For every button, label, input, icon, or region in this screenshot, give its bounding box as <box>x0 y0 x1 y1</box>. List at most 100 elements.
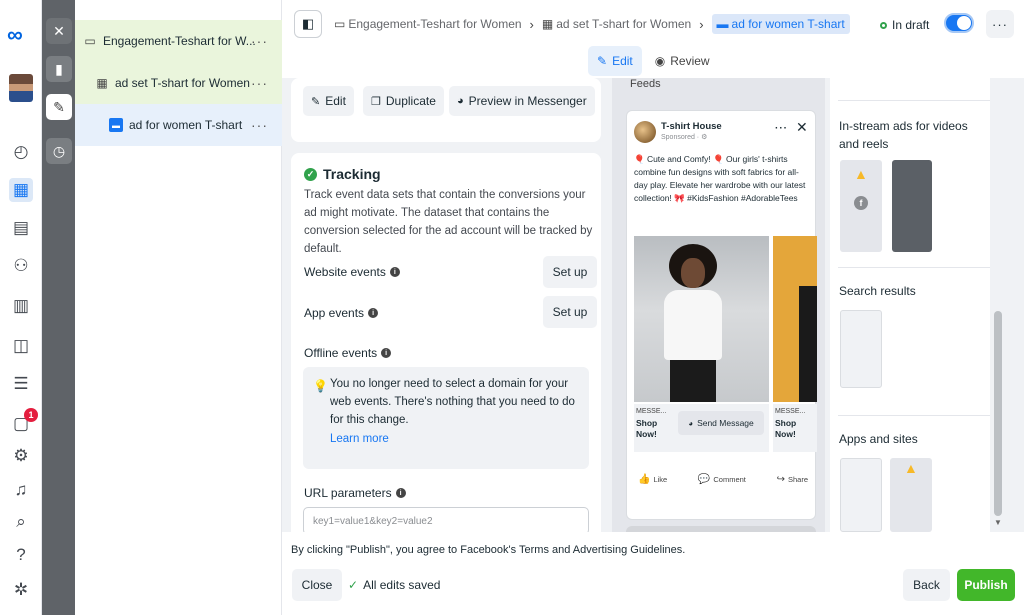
campaigns-grid-icon[interactable]: ▦ <box>9 178 33 202</box>
apps-thumb-1[interactable] <box>840 458 882 532</box>
messenger-icon: ◕ <box>457 95 464 107</box>
toggle-panel-icon[interactable]: ◧ <box>294 10 322 38</box>
campaign-tree-panel: ▭ Engagement-Teshart for W... ··· ▦ ad s… <box>75 0 282 615</box>
lightbulb-icon: 💡 <box>313 379 328 393</box>
tree-campaign-label: Engagement-Teshart for W... <box>103 34 256 48</box>
learn-more-link[interactable]: Learn more <box>330 433 389 445</box>
ad-icon: ▬ <box>109 118 123 132</box>
meta-logo-icon[interactable]: ∞ <box>7 22 23 48</box>
editor-main: ✎ Edit ❐ Duplicate ◕ Preview in Messenge… <box>282 78 1024 536</box>
more-options-icon[interactable]: ··· <box>251 75 268 91</box>
media-library-icon[interactable]: ◫ <box>9 334 33 358</box>
send-message-label: Send Message <box>697 418 754 428</box>
terms-link[interactable]: Terms and Advertising Guidelines <box>519 544 682 556</box>
more-options-icon[interactable]: ··· <box>251 117 268 133</box>
tree-campaign-item[interactable]: ▭ Engagement-Teshart for W... ··· <box>75 20 282 62</box>
warning-icon: ▲ <box>854 166 868 182</box>
tracking-title-label: Tracking <box>323 166 381 182</box>
instream-thumb-2[interactable] <box>892 160 932 252</box>
instream-placement-title: In-stream ads for videos and reels <box>839 119 968 151</box>
url-parameters-input[interactable]: key1=value1&key2=value2 <box>303 507 589 535</box>
check-circle-icon: ✓ <box>304 167 317 181</box>
tab-edit[interactable]: ✎ Edit <box>588 46 642 76</box>
info-icon[interactable]: i <box>389 267 400 277</box>
top-header: ◧ ▭ Engagement-Teshart for Women › ▦ ad … <box>282 0 1024 76</box>
ad-icon: ▬ <box>716 17 729 31</box>
pencil-icon: ✎ <box>311 95 321 108</box>
tracking-title: ✓ Tracking <box>304 166 381 182</box>
avatar[interactable] <box>9 74 33 102</box>
menu-icon[interactable]: ☰ <box>9 372 33 396</box>
breadcrumb-campaign[interactable]: ▭ Engagement-Teshart for Women <box>334 17 522 31</box>
search-thumb[interactable] <box>840 310 882 388</box>
share-label: Share <box>787 475 808 484</box>
search-icon[interactable]: ⌕ <box>9 510 33 534</box>
website-events-setup-button[interactable]: Set up <box>543 256 597 288</box>
chart-icon[interactable]: ▮ <box>46 56 72 82</box>
terms-suffix: . <box>682 544 686 556</box>
more-options-icon[interactable]: ··· <box>251 33 268 49</box>
like-action[interactable]: 👍 Like <box>638 474 667 485</box>
info-icon[interactable]: i <box>395 488 406 498</box>
bell-icon[interactable]: ♫ <box>9 478 33 502</box>
catalog-icon[interactable]: ▥ <box>9 294 33 318</box>
preview-messenger-label: Preview in Messenger <box>468 94 587 108</box>
editor-footer: By clicking "Publish", you agree to Face… <box>282 532 1024 615</box>
like-icon: 👍 <box>638 474 651 485</box>
scroll-down-icon[interactable]: ▼ <box>994 518 1002 527</box>
settings-icon[interactable]: ⚙ <box>9 444 33 468</box>
close-icon[interactable]: ✕ <box>46 18 72 44</box>
draft-status: In draft <box>880 18 929 32</box>
app-events-setup-button[interactable]: Set up <box>543 296 597 328</box>
carousel-image-1[interactable] <box>634 236 769 402</box>
ad-on-off-toggle[interactable] <box>944 13 974 33</box>
tab-review[interactable]: ◉ Review <box>646 46 719 76</box>
editor-side-strip: ✕ ▮ ✎ ◷ <box>42 0 75 615</box>
edit-button[interactable]: ✎ Edit <box>303 86 354 116</box>
comment-action[interactable]: 💬 Comment <box>698 474 746 485</box>
global-nav-rail: ∞ ◴ ▦ ▤ ⚇ ▥ ◫ ☰ ▢ 1 ⚙ ♫ ⌕ ? ✲ <box>0 0 42 615</box>
share-action[interactable]: ↪ Share <box>777 474 808 485</box>
like-label: Like <box>653 475 668 484</box>
bug-report-icon[interactable]: ✲ <box>9 578 33 602</box>
save-status-label: All edits saved <box>363 578 441 592</box>
notification-badge: 1 <box>24 408 38 422</box>
feeds-label: Feeds <box>630 78 661 90</box>
pages-icon[interactable]: ▤ <box>9 216 33 240</box>
help-icon[interactable]: ? <box>9 543 33 567</box>
share-icon: ↪ <box>776 474 785 485</box>
ad-preview-column: Feeds T-shirt House Sponsored · ⚙ ··· ✕ … <box>612 78 825 536</box>
breadcrumb-adset[interactable]: ▦ ad set T-shart for Women <box>542 17 691 31</box>
publish-button[interactable]: Publish <box>957 569 1015 601</box>
scrollbar[interactable]: ▼ <box>992 78 1004 532</box>
info-icon[interactable]: i <box>368 308 379 318</box>
close-icon[interactable]: ✕ <box>796 119 808 136</box>
page-name: T-shirt House <box>661 121 722 132</box>
comment-icon: 💬 <box>697 474 711 485</box>
terms-text: By clicking "Publish", you agree to Face… <box>291 544 685 556</box>
eye-icon: ◉ <box>654 54 666 68</box>
domain-notice: 💡 You no longer need to select a domain … <box>303 367 589 469</box>
close-button[interactable]: Close <box>292 569 342 601</box>
more-options-button[interactable]: ··· <box>986 10 1014 38</box>
divider <box>838 100 990 101</box>
post-more-icon[interactable]: ··· <box>775 123 788 134</box>
carousel-image-2[interactable] <box>773 236 817 402</box>
search-placement-title: Search results <box>839 284 916 298</box>
tree-ad-item[interactable]: ▬ ad for women T-shart ··· <box>75 104 282 146</box>
carousel-cta-2: MESSE... Shop Now! <box>773 404 817 452</box>
breadcrumb-ad[interactable]: ▬ ad for women T-shart <box>711 14 850 34</box>
placements-column: In-stream ads for videos and reels ▲ f S… <box>830 78 990 532</box>
ad-actions-card: ✎ Edit ❐ Duplicate ◕ Preview in Messenge… <box>291 78 601 142</box>
send-message-button[interactable]: ◕ Send Message <box>678 411 764 435</box>
history-clock-icon[interactable]: ◷ <box>46 138 72 164</box>
info-icon[interactable]: i <box>381 348 392 358</box>
audiences-icon[interactable]: ⚇ <box>9 254 33 278</box>
duplicate-button[interactable]: ❐ Duplicate <box>363 86 444 116</box>
scrollbar-thumb[interactable] <box>994 311 1002 516</box>
preview-messenger-button[interactable]: ◕ Preview in Messenger <box>449 86 595 116</box>
edit-pencil-icon[interactable]: ✎ <box>46 94 72 120</box>
dashboard-icon[interactable]: ◴ <box>9 140 33 164</box>
tree-adset-item[interactable]: ▦ ad set T-shart for Women ··· <box>75 62 282 104</box>
back-button[interactable]: Back <box>903 569 950 601</box>
